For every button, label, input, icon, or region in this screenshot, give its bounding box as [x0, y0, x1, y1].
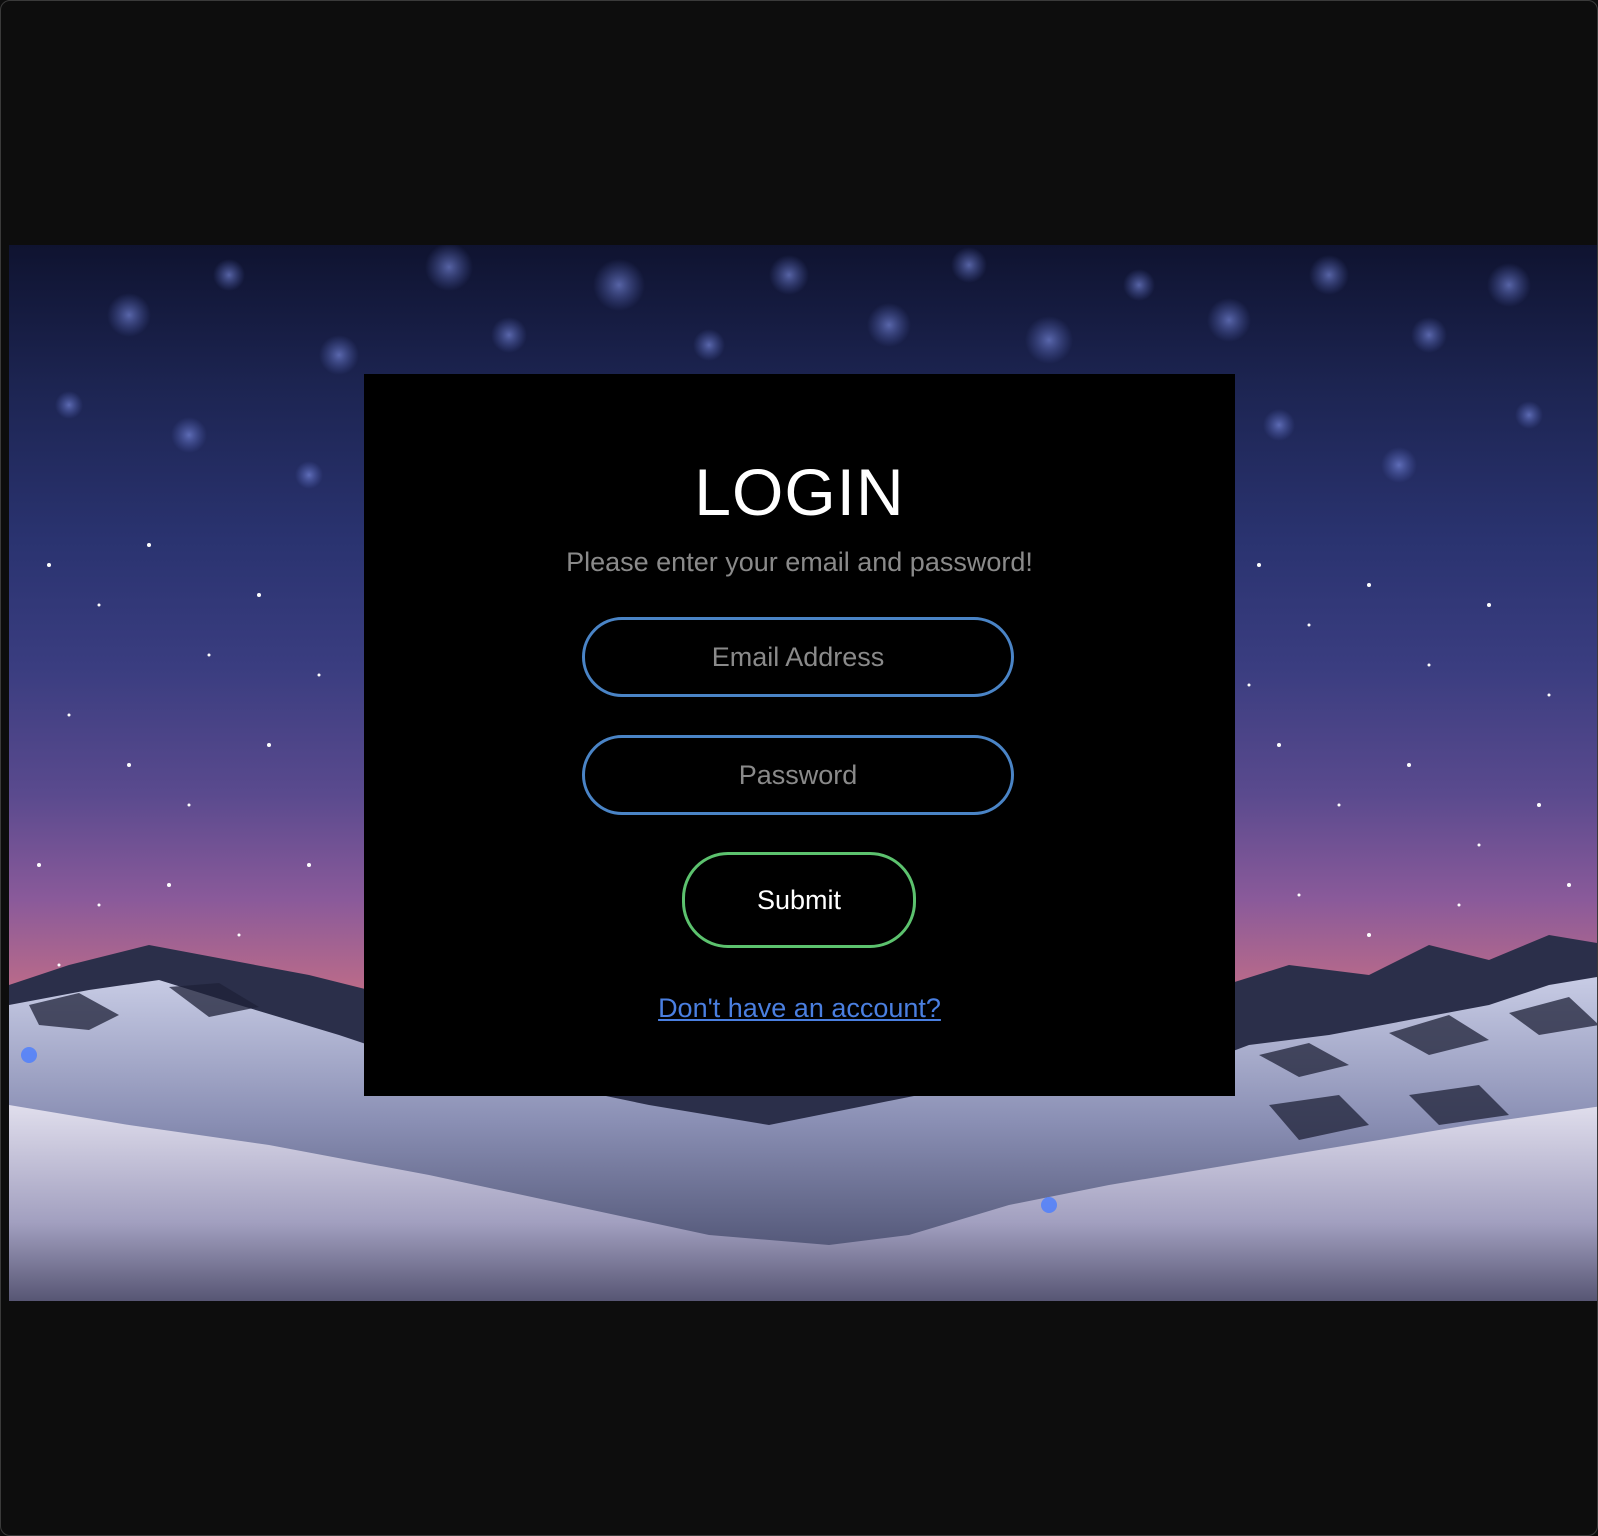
- password-input[interactable]: [582, 735, 1014, 815]
- signup-link-container: Don't have an account?: [364, 991, 1235, 1025]
- signup-link[interactable]: Don't have an account?: [658, 993, 941, 1023]
- login-card: LOGIN Please enter your email and passwo…: [364, 374, 1235, 1096]
- submit-button[interactable]: Submit: [682, 852, 916, 948]
- app-window: LOGIN Please enter your email and passwo…: [0, 0, 1598, 1536]
- login-title: LOGIN: [694, 455, 905, 529]
- login-subtitle: Please enter your email and password!: [566, 547, 1033, 577]
- email-input[interactable]: [582, 617, 1014, 697]
